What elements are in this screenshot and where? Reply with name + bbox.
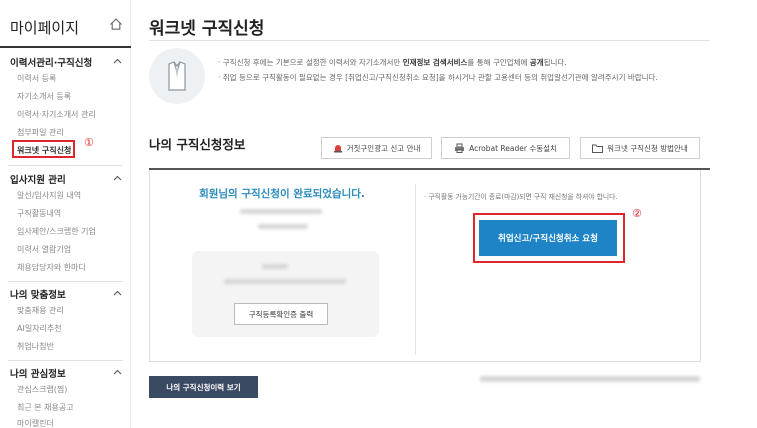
sidebar-item-recent-jobs[interactable]: 최근 본 채용공고 <box>17 402 74 413</box>
button-label: 거짓구인광고 신고 안내 <box>346 143 421 153</box>
redacted-text <box>262 264 288 269</box>
sidebar-item-calendar[interactable]: 마이캘린더 <box>17 418 54 428</box>
sidebar-item-offers-scraps[interactable]: 입사제안/스크랩한 기업 <box>17 226 96 237</box>
redacted-text <box>480 376 700 382</box>
sidebar-item-scraps[interactable]: 관심스크랩(찜) <box>17 384 67 395</box>
redacted-text <box>224 279 346 284</box>
complete-message: 회원님의 구직신청이 완료되었습니다. <box>199 188 365 200</box>
sidebar-item-recruiter-chat[interactable]: 채용담당자와 한마디 <box>17 262 86 273</box>
chevron-up-icon[interactable] <box>113 58 122 64</box>
reapply-note-text: 구직활동 가능기간이 종료(마감)되면 구직 재신청을 하셔야 합니다. <box>428 193 618 201</box>
chevron-up-icon[interactable] <box>113 369 122 375</box>
shirt-icon <box>149 48 205 104</box>
print-certificate-button[interactable]: 구직등록확인증 출력 <box>234 303 328 325</box>
notice-text: 됩니다. <box>543 58 567 67</box>
sidebar-item-apply-history[interactable]: 알선/입사지원 내역 <box>17 190 81 201</box>
panel-divider <box>415 184 416 355</box>
siren-icon <box>333 145 342 153</box>
sidebar-title[interactable]: 마이페이지 <box>10 17 79 38</box>
apply-history-button[interactable]: 나의 구직신청이력 보기 <box>149 376 258 398</box>
page-title: 워크넷 구직신청 <box>149 19 265 39</box>
annotation-marker-2: ② <box>632 207 642 220</box>
notice-line-2: · 취업 등으로 구직활동이 필요없는 경우 [취업신고/구직신청취소 요청]을… <box>218 73 658 82</box>
sidebar-item-resume-viewers[interactable]: 이력서 열람기업 <box>17 244 71 255</box>
sidebar-header: 마이페이지 <box>0 0 131 48</box>
sidebar-item-ai-recommend[interactable]: AI일자리추천 <box>17 323 62 334</box>
reapply-note: · 구직활동 가능기간이 종료(마감)되면 구직 재신청을 하셔야 합니다. <box>424 193 618 201</box>
sidebar-item-job-activity[interactable]: 구직활동내역 <box>17 208 61 219</box>
redacted-text <box>258 224 308 229</box>
chevron-up-icon[interactable] <box>113 175 122 181</box>
sidebar-divider <box>8 360 123 361</box>
chevron-up-icon[interactable] <box>113 290 122 296</box>
sidebar-item-resume-register[interactable]: 이력서 등록 <box>17 73 56 84</box>
section-title-interests[interactable]: 나의 관심정보 <box>10 366 66 380</box>
cancel-application-button[interactable]: 취업신고/구직신청취소 요청 <box>479 220 617 256</box>
apply-guide-button[interactable]: 워크넷 구직신청 방법안내 <box>580 137 700 159</box>
notice-bold: 인재정보 검색서비스 <box>402 58 468 67</box>
button-label: 워크넷 구직신청 방법안내 <box>607 143 688 153</box>
notice-text: 취업 등으로 구직활동이 필요없는 경우 [취업신고/구직신청취소 요청]을 하… <box>222 73 658 82</box>
sidebar-item-custom-jobs[interactable]: 맞춤채용 관리 <box>17 305 64 316</box>
printer-icon <box>455 143 465 153</box>
section-title-custom-info[interactable]: 나의 맞춤정보 <box>10 287 66 301</box>
section-title-applications[interactable]: 입사지원 관리 <box>10 172 66 186</box>
sidebar-item-coverletter-register[interactable]: 자기소개서 등록 <box>17 91 71 102</box>
highlight-box-sidebar <box>12 140 75 158</box>
folder-icon <box>592 144 604 153</box>
sidebar-item-career-compass[interactable]: 취업나침반 <box>17 341 54 352</box>
sidebar-divider <box>8 281 123 282</box>
false-ad-report-button[interactable]: 거짓구인광고 신고 안내 <box>321 137 432 159</box>
sidebar-divider <box>8 165 123 166</box>
title-divider <box>149 40 710 41</box>
notice-bold: 공개 <box>529 58 544 67</box>
notice-text: 를 통해 구인업체에 <box>467 58 530 67</box>
sidebar: 마이페이지 이력서관리·구직신청 이력서 등록 자기소개서 등록 이력서·자기소… <box>0 0 131 428</box>
button-label: Acrobat Reader 수동설치 <box>469 143 557 153</box>
sidebar-item-resume-manage[interactable]: 이력서·자기소개서 관리 <box>17 109 96 120</box>
notice-text: 구직신청 후에는 기본으로 설정한 이력서와 자기소개서만 <box>222 58 403 67</box>
section-title: 나의 구직신청정보 <box>149 137 246 152</box>
acrobat-install-button[interactable]: Acrobat Reader 수동설치 <box>441 137 570 159</box>
redacted-text <box>240 209 322 214</box>
section-title-resume[interactable]: 이력서관리·구직신청 <box>10 55 92 69</box>
notice-line-1: · 구직신청 후에는 기본으로 설정한 이력서와 자기소개서만 인재정보 검색서… <box>218 58 567 67</box>
annotation-marker-1: ① <box>84 136 94 149</box>
sidebar-item-attachments[interactable]: 첨부파일 관리 <box>17 127 64 138</box>
home-icon[interactable] <box>109 17 123 31</box>
